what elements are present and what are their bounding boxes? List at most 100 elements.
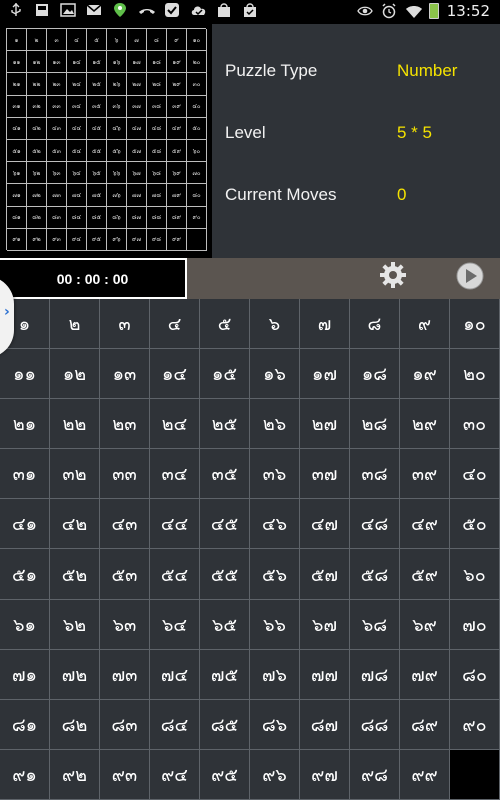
puzzle-tile[interactable]: ๘ [350, 299, 400, 350]
puzzle-tile[interactable]: ๗๑ [0, 649, 50, 700]
puzzle-tile[interactable]: ๙๒ [50, 749, 100, 800]
puzzle-tile[interactable]: ๑๐ [450, 299, 500, 350]
puzzle-tile[interactable]: ๙๖ [250, 749, 300, 800]
puzzle-tile[interactable]: ๙๔ [150, 749, 200, 800]
puzzle-tile[interactable]: ๑๖ [250, 349, 300, 400]
puzzle-tile[interactable]: ๔๖ [250, 499, 300, 550]
puzzle-tile[interactable]: ๕๗ [300, 549, 350, 600]
puzzle-tile[interactable]: ๑๒ [50, 349, 100, 400]
puzzle-tile[interactable]: ๘๘ [350, 699, 400, 750]
play-button[interactable] [455, 261, 485, 291]
puzzle-tile[interactable]: ๙๘ [350, 749, 400, 800]
puzzle-tile[interactable]: ๒๗ [300, 399, 350, 450]
puzzle-tile[interactable]: ๗๖ [250, 649, 300, 700]
puzzle-tile[interactable]: ๔๒ [50, 499, 100, 550]
puzzle-tile[interactable]: ๕ [200, 299, 250, 350]
puzzle-tile[interactable]: ๙๗ [300, 749, 350, 800]
puzzle-tile[interactable]: ๑๗ [300, 349, 350, 400]
puzzle-tile[interactable]: ๘๕ [200, 699, 250, 750]
puzzle-tile[interactable]: ๒๘ [350, 399, 400, 450]
puzzle-tile[interactable]: ๒๒ [50, 399, 100, 450]
puzzle-tile[interactable]: ๖๓ [100, 599, 150, 650]
puzzle-tile[interactable]: ๕๐ [450, 499, 500, 550]
puzzle-tile[interactable]: ๙๑ [0, 749, 50, 800]
puzzle-tile[interactable]: ๘๐ [450, 649, 500, 700]
puzzle-tile[interactable]: ๖๘ [350, 599, 400, 650]
puzzle-tile[interactable]: ๖๐ [450, 549, 500, 600]
puzzle-tile[interactable]: ๕๖ [250, 549, 300, 600]
puzzle-tile[interactable]: ๓๗ [300, 449, 350, 500]
puzzle-tile[interactable]: ๔๔ [150, 499, 200, 550]
puzzle-tile[interactable]: ๔ [150, 299, 200, 350]
puzzle-tile[interactable]: ๒๖ [250, 399, 300, 450]
puzzle-tile[interactable]: ๒๙ [400, 399, 450, 450]
puzzle-tile[interactable]: ๗๓ [100, 649, 150, 700]
puzzle-tile[interactable]: ๒ [50, 299, 100, 350]
puzzle-tile[interactable]: ๓๔ [150, 449, 200, 500]
puzzle-tile[interactable]: ๙ [400, 299, 450, 350]
puzzle-tile[interactable]: ๒๐ [450, 349, 500, 400]
puzzle-tile[interactable]: ๘๙ [400, 699, 450, 750]
puzzle-tile[interactable]: ๘๗ [300, 699, 350, 750]
puzzle-tile[interactable]: ๖๗ [300, 599, 350, 650]
puzzle-tile[interactable]: ๑๓ [100, 349, 150, 400]
puzzle-tile[interactable]: ๗ [300, 299, 350, 350]
puzzle-tile[interactable]: ๔๙ [400, 499, 450, 550]
puzzle-tile[interactable]: ๗๒ [50, 649, 100, 700]
puzzle-tile[interactable]: ๖๖ [250, 599, 300, 650]
puzzle-tile[interactable]: ๔๗ [300, 499, 350, 550]
puzzle-tile[interactable]: ๗๘ [350, 649, 400, 700]
puzzle-tile[interactable]: ๒๓ [100, 399, 150, 450]
puzzle-tile[interactable]: ๓๘ [350, 449, 400, 500]
puzzle-tile[interactable]: ๑๙ [400, 349, 450, 400]
puzzle-tile[interactable]: ๖๑ [0, 599, 50, 650]
puzzle-tile[interactable]: ๕๘ [350, 549, 400, 600]
puzzle-tile[interactable]: ๘๓ [100, 699, 150, 750]
puzzle-tile[interactable]: ๘๑ [0, 699, 50, 750]
puzzle-tile[interactable]: ๓ [100, 299, 150, 350]
puzzle-tile[interactable]: ๗๔ [150, 649, 200, 700]
puzzle-tile[interactable]: ๖๙ [400, 599, 450, 650]
puzzle-tile[interactable]: ๔๓ [100, 499, 150, 550]
puzzle-tile[interactable]: ๗๗ [300, 649, 350, 700]
puzzle-tile[interactable]: ๓๐ [450, 399, 500, 450]
puzzle-tile[interactable]: ๕๓ [100, 549, 150, 600]
puzzle-tile[interactable]: ๘๒ [50, 699, 100, 750]
puzzle-tile[interactable]: ๖ [250, 299, 300, 350]
puzzle-tile[interactable]: ๑๑ [0, 349, 50, 400]
puzzle-tile[interactable]: ๕๕ [200, 549, 250, 600]
puzzle-tile[interactable]: ๔๐ [450, 449, 500, 500]
puzzle-tile[interactable]: ๓๖ [250, 449, 300, 500]
puzzle-tile[interactable]: ๔๘ [350, 499, 400, 550]
puzzle-tile[interactable]: ๙๐ [450, 699, 500, 750]
puzzle-tile[interactable]: ๗๐ [450, 599, 500, 650]
puzzle-tile[interactable]: ๙๓ [100, 749, 150, 800]
puzzle-tile[interactable]: ๘๔ [150, 699, 200, 750]
puzzle-tile[interactable]: ๒๕ [200, 399, 250, 450]
puzzle-tile[interactable]: ๑๔ [150, 349, 200, 400]
puzzle-tile[interactable]: ๒๑ [0, 399, 50, 450]
puzzle-tile[interactable]: ๕๙ [400, 549, 450, 600]
puzzle-tile[interactable]: ๓๕ [200, 449, 250, 500]
puzzle-tile[interactable]: ๒๔ [150, 399, 200, 450]
puzzle-tile[interactable]: ๑๘ [350, 349, 400, 400]
puzzle-tile[interactable]: ๖๒ [50, 599, 100, 650]
puzzle-tile[interactable]: ๕๑ [0, 549, 50, 600]
puzzle-tile[interactable]: ๓๒ [50, 449, 100, 500]
empty-tile[interactable] [450, 749, 500, 800]
puzzle-tile[interactable]: ๑๕ [200, 349, 250, 400]
puzzle-tile[interactable]: ๓๑ [0, 449, 50, 500]
puzzle-tile[interactable]: ๕๒ [50, 549, 100, 600]
puzzle-tile[interactable]: ๗๕ [200, 649, 250, 700]
puzzle-tile[interactable]: ๗๙ [400, 649, 450, 700]
puzzle-tile[interactable]: ๓๓ [100, 449, 150, 500]
puzzle-tile[interactable]: ๔๕ [200, 499, 250, 550]
puzzle-tile[interactable]: ๕๔ [150, 549, 200, 600]
puzzle-tile[interactable]: ๙๙ [400, 749, 450, 800]
puzzle-tile[interactable]: ๖๔ [150, 599, 200, 650]
puzzle-tile[interactable]: ๖๕ [200, 599, 250, 650]
puzzle-tile[interactable]: ๙๕ [200, 749, 250, 800]
settings-button[interactable] [379, 261, 407, 289]
puzzle-tile[interactable]: ๓๙ [400, 449, 450, 500]
puzzle-tile[interactable]: ๘๖ [250, 699, 300, 750]
